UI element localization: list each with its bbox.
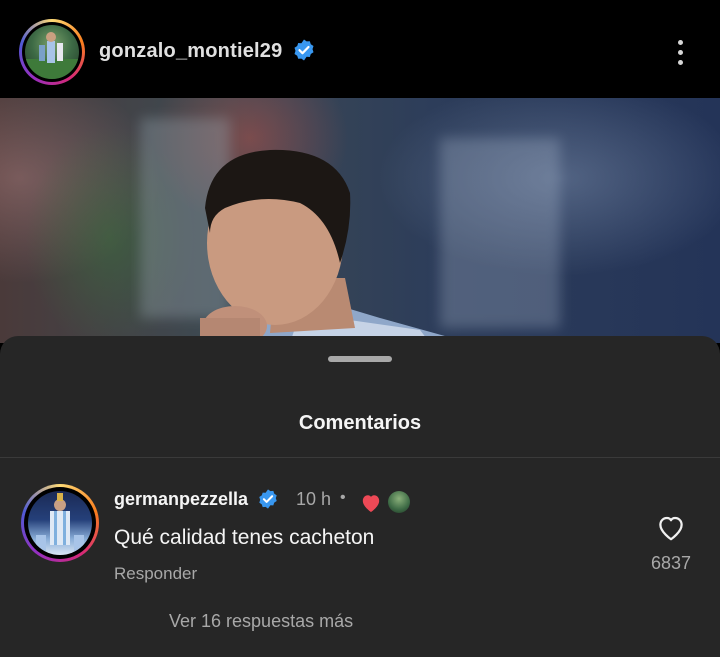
comment-timestamp: 10 h: [296, 489, 332, 509]
commenter-username[interactable]: germanpezzella: [114, 489, 279, 510]
username-text[interactable]: gonzalo_montiel29: [99, 40, 282, 62]
commenter-username-text[interactable]: germanpezzella: [114, 489, 248, 509]
view-more-replies-button[interactable]: Ver 16 respuestas más: [169, 611, 353, 632]
post-author-username[interactable]: gonzalo_montiel29: [99, 39, 316, 63]
story-ring-avatar[interactable]: [19, 19, 85, 85]
divider: [0, 457, 720, 458]
creator-mini-avatar: [388, 491, 410, 513]
reply-button[interactable]: Responder: [114, 564, 197, 584]
comment-text: Qué calidad tenes cacheton: [114, 526, 375, 549]
commenter-photo: [28, 491, 92, 555]
creator-liked-heart-icon: [362, 495, 380, 513]
profile-photo-avatar: [25, 25, 79, 79]
post-header: gonzalo_montiel29: [0, 0, 720, 98]
sheet-drag-handle[interactable]: [328, 356, 392, 362]
player-photo: [140, 118, 560, 343]
like-count: 6837: [650, 553, 692, 573]
commenter-avatar[interactable]: [21, 484, 99, 562]
verified-badge-icon: [259, 489, 277, 509]
verified-badge-icon: [294, 39, 314, 61]
like-heart-icon[interactable]: [656, 514, 686, 542]
sheet-title: Comentarios: [298, 412, 422, 434]
separator-dot: •: [340, 489, 346, 506]
post-photo: [0, 98, 720, 343]
more-options-icon[interactable]: [670, 36, 692, 70]
